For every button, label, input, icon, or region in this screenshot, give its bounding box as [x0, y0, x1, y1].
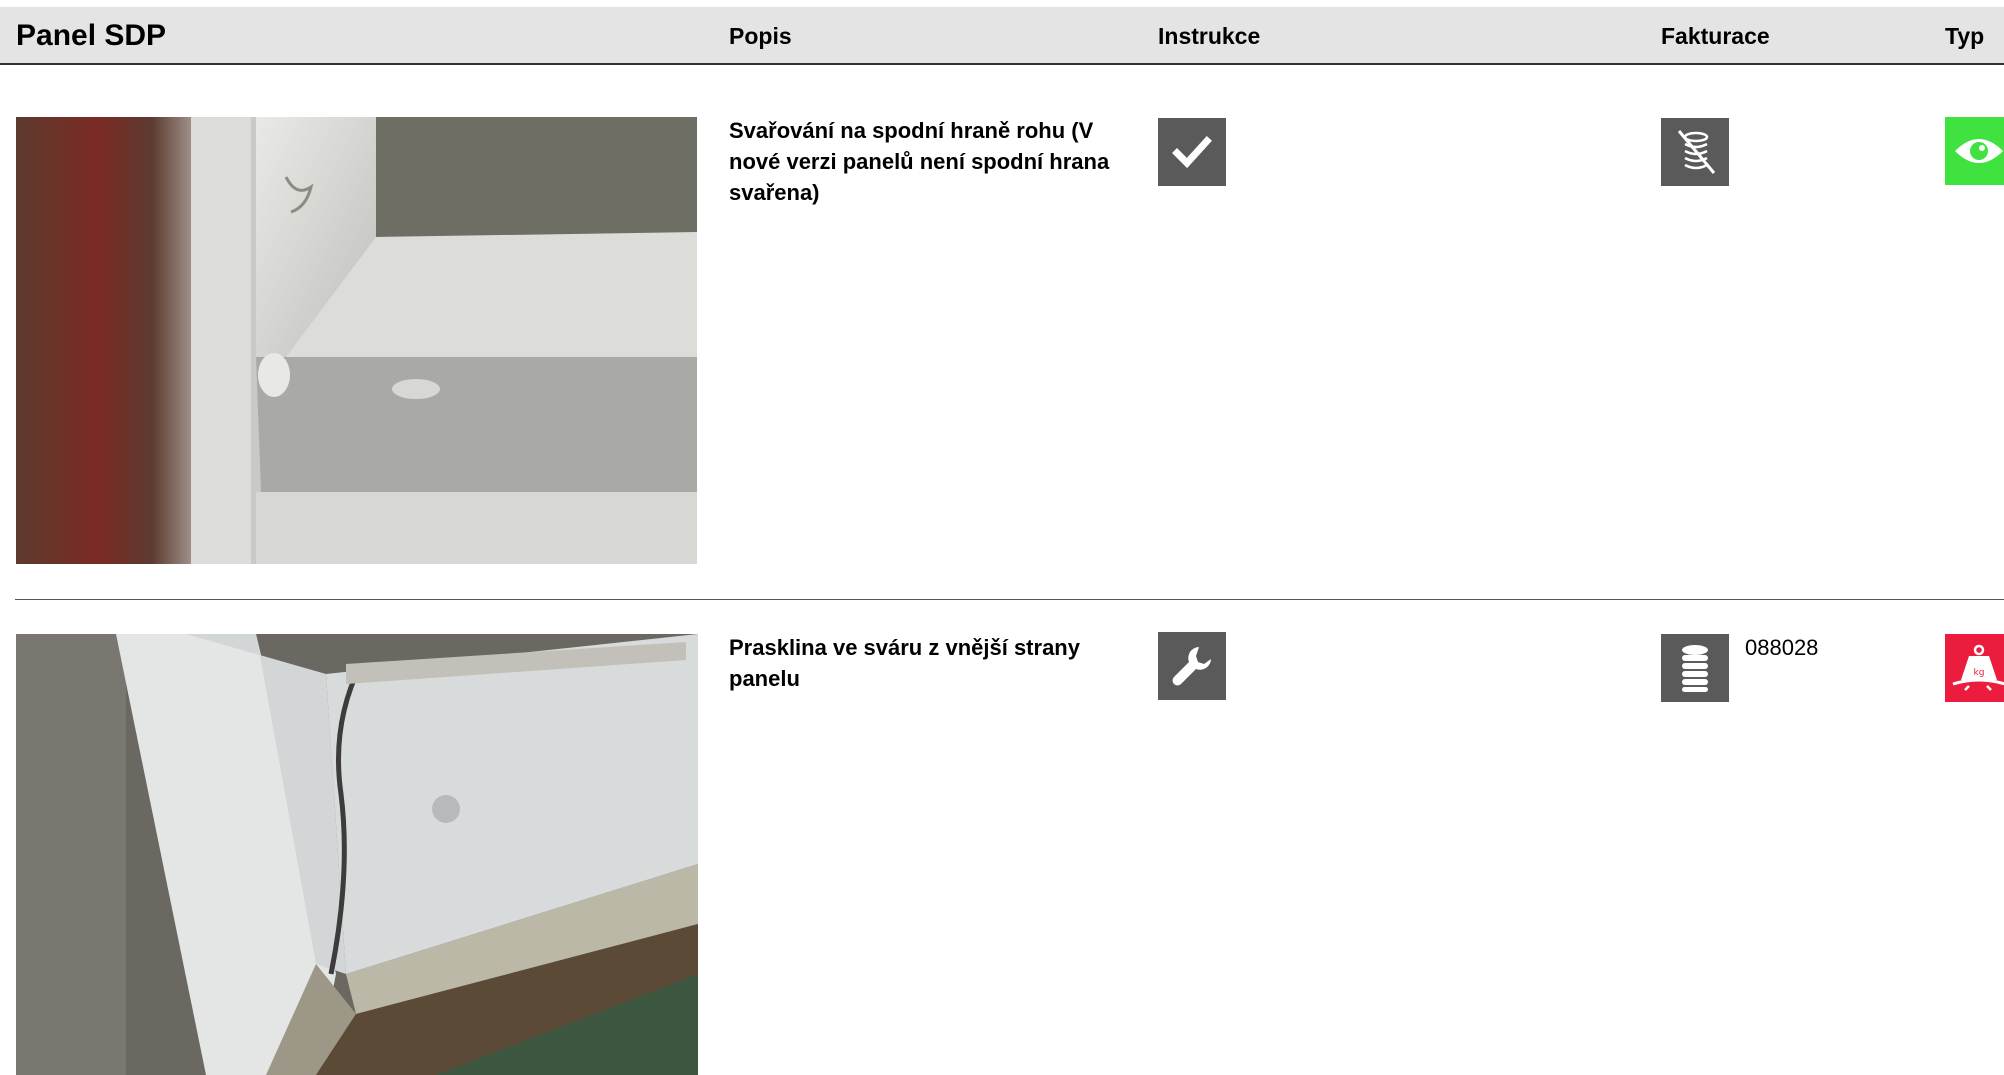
svg-text:kg: kg	[1974, 668, 1985, 678]
page: Panel SDP Popis Instrukce Fakturace Typ	[0, 0, 2004, 1075]
column-header-popis: Popis	[729, 23, 792, 49]
weight-kg-icon: kg	[1945, 634, 2004, 702]
column-header-typ: Typ	[1945, 23, 1985, 49]
row-2-photo	[16, 634, 698, 1075]
page-title: Panel SDP	[16, 19, 167, 52]
row-1-description: Svařování na spodní hraně rohu (V nové v…	[729, 118, 1110, 205]
column-header-instrukce: Instrukce	[1158, 23, 1261, 49]
row-1-photo	[16, 117, 697, 564]
checkmark-icon	[1158, 118, 1226, 186]
column-header-fakturace: Fakturace	[1661, 23, 1770, 49]
billing-coins-icon	[1661, 634, 1729, 702]
eye-icon	[1945, 117, 2004, 185]
billing-code: 088028	[1745, 635, 1819, 660]
table-header: Panel SDP Popis Instrukce Fakturace Typ	[0, 7, 2004, 65]
no-billing-coins-icon	[1661, 118, 1729, 186]
wrench-icon	[1158, 632, 1226, 700]
row-2-description: Prasklina ve sváru z vnější strany panel…	[729, 635, 1080, 691]
row-divider	[15, 599, 2004, 600]
